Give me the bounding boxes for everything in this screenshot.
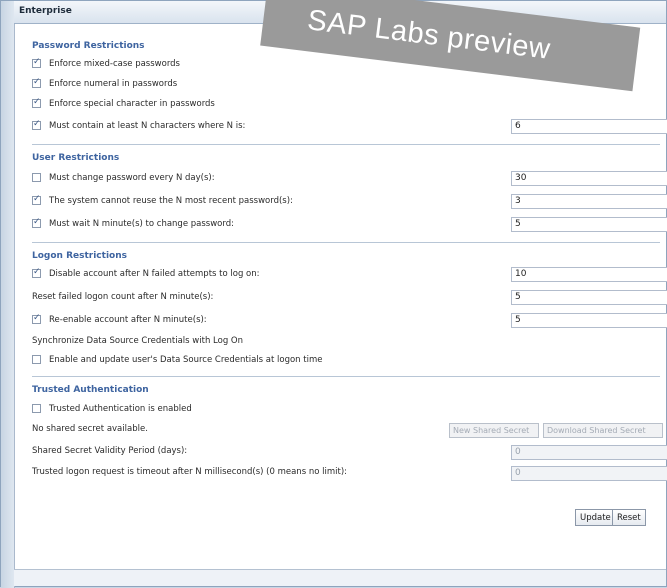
logon-restrictions-title: Logon Restrictions <box>32 251 127 261</box>
min-length-field[interactable]: 6 <box>511 119 667 134</box>
left-navigation-strip <box>1 1 15 588</box>
trusted-enabled-option[interactable]: Trusted Authentication is enabled <box>32 404 192 414</box>
reset-count-field[interactable]: 5 <box>511 290 667 305</box>
update-credentials-option[interactable]: Enable and update user's Data Source Cre… <box>32 355 322 365</box>
trusted-timeout-field[interactable]: 0 <box>511 466 667 481</box>
section-divider <box>32 376 660 377</box>
bottom-status-bar <box>14 569 666 586</box>
reenable-minutes-field[interactable]: 5 <box>511 313 667 328</box>
download-shared-secret-button[interactable]: Download Shared Secret <box>543 423 663 438</box>
disable-account-option[interactable]: Disable account after N failed attempts … <box>32 267 260 279</box>
new-shared-secret-button[interactable]: New Shared Secret <box>449 423 539 438</box>
min-length-checkbox[interactable] <box>32 119 41 130</box>
section-divider <box>32 242 660 243</box>
password-expiry-field[interactable]: 30 <box>511 171 667 186</box>
user-restrictions-title: User Restrictions <box>32 153 120 163</box>
reenable-account-option[interactable]: Re-enable account after N minute(s): <box>32 313 207 325</box>
reset-count-label: Reset failed logon count after N minute(… <box>32 292 214 302</box>
trusted-enabled-checkbox[interactable] <box>32 404 41 413</box>
min-length-option[interactable]: Must contain at least N characters where… <box>32 119 245 131</box>
settings-content: Password Restrictions Enforce mixed-case… <box>14 23 667 586</box>
password-restrictions-title: Password Restrictions <box>32 41 145 51</box>
secret-validity-field[interactable]: 0 <box>511 445 667 460</box>
trusted-timeout-label: Trusted logon request is timeout after N… <box>32 467 347 477</box>
mixed-case-checkbox[interactable] <box>32 57 41 68</box>
section-divider <box>32 144 660 145</box>
trusted-authentication-title: Trusted Authentication <box>32 385 149 395</box>
numeral-option[interactable]: Enforce numeral in passwords <box>32 77 177 89</box>
no-secret-text: No shared secret available. <box>32 424 148 434</box>
password-history-field[interactable]: 3 <box>511 194 667 209</box>
settings-window: Enterprise Password Restrictions Enforce… <box>0 0 667 588</box>
reset-button[interactable]: Reset <box>612 509 646 526</box>
update-button[interactable]: Update <box>575 509 616 526</box>
password-expiry-option[interactable]: Must change password every N day(s): <box>32 173 215 183</box>
disable-account-checkbox[interactable] <box>32 267 41 278</box>
special-character-option[interactable]: Enforce special character in passwords <box>32 97 215 109</box>
password-wait-option[interactable]: Must wait N minute(s) to change password… <box>32 217 234 229</box>
password-wait-checkbox[interactable] <box>32 217 41 228</box>
password-expiry-checkbox[interactable] <box>32 173 41 182</box>
update-credentials-checkbox[interactable] <box>32 355 41 364</box>
window-title: Enterprise <box>19 6 72 16</box>
password-history-option[interactable]: The system cannot reuse the N most recen… <box>32 194 293 206</box>
special-character-checkbox[interactable] <box>32 97 41 108</box>
password-wait-field[interactable]: 5 <box>511 217 667 232</box>
numeral-checkbox[interactable] <box>32 77 41 88</box>
secret-validity-label: Shared Secret Validity Period (days): <box>32 446 188 456</box>
failed-attempts-field[interactable]: 10 <box>511 267 667 282</box>
sync-credentials-label: Synchronize Data Source Credentials with… <box>32 336 243 346</box>
password-history-checkbox[interactable] <box>32 194 41 205</box>
reenable-account-checkbox[interactable] <box>32 313 41 324</box>
mixed-case-option[interactable]: Enforce mixed-case passwords <box>32 57 180 69</box>
